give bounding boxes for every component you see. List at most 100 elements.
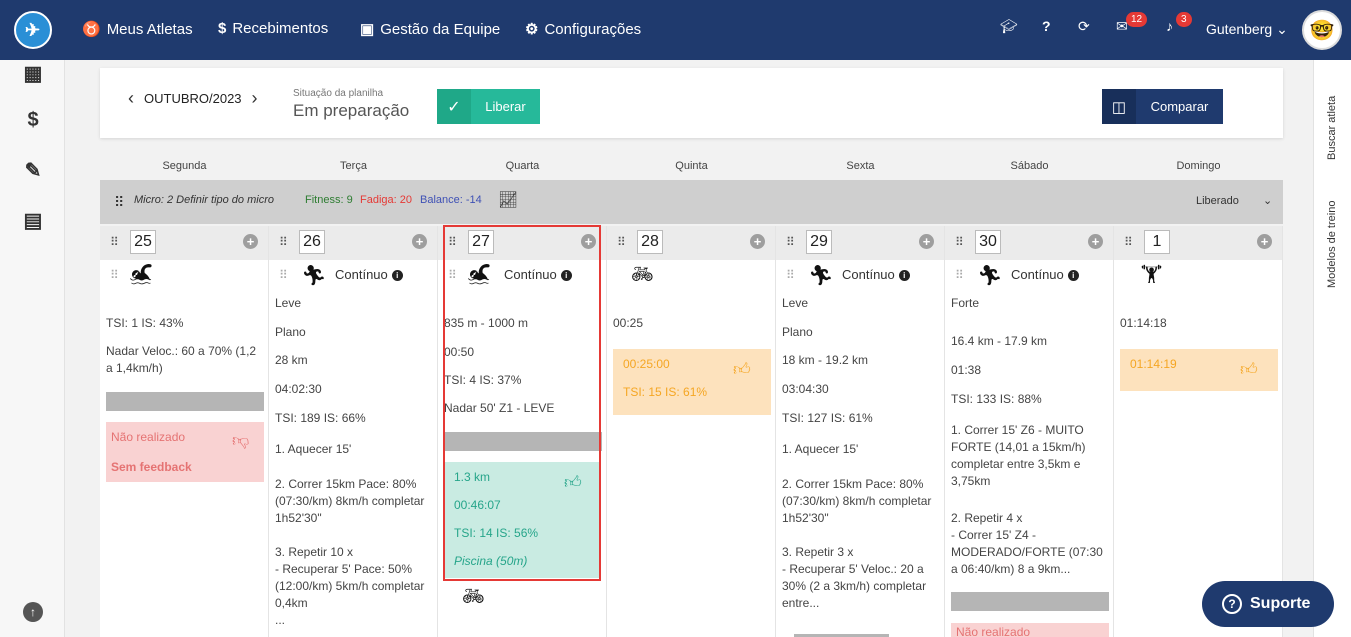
liberar-button[interactable]: ✓ Liberar — [437, 89, 540, 124]
support-button[interactable]: ? Suporte — [1202, 581, 1334, 627]
help-icon[interactable]: ? — [1042, 18, 1051, 34]
day-column-25: ⠿ 25 + ⠿ 🏊︎ TSI: 1 IS: 43% Nadar Veloc.:… — [100, 226, 269, 637]
day-column-29: ⠿ 29 + ⠿ 🏃︎ Contínuo i Leve Plano 18 km -… — [776, 226, 945, 637]
thumbs-up-icon: 👍︎ — [1240, 360, 1258, 379]
feedback-card[interactable]: Não realizado — [951, 623, 1109, 637]
drag-handle-icon[interactable]: ⠿ — [617, 235, 626, 249]
drag-handle-icon[interactable]: ⠿ — [448, 235, 457, 249]
workout-name: Contínuo i — [842, 267, 910, 282]
notifications-button[interactable]: ♪ 3 — [1166, 12, 1192, 34]
workout-line: Nadar Veloc.: 60 a 70% (1,2 a 1,4km/h) — [106, 344, 257, 375]
dollar-icon[interactable]: $ — [20, 107, 46, 133]
drag-handle-icon[interactable]: ⠿ — [279, 235, 288, 249]
add-icon[interactable]: + — [581, 234, 596, 249]
calendar-icon[interactable]: ▦ — [20, 60, 46, 86]
compare-icon: ◫ — [1102, 89, 1136, 124]
workout-line: 28 km — [275, 353, 308, 367]
graduation-icon[interactable]: 🎓︎ — [1000, 18, 1018, 35]
sync-icon[interactable]: ⟳ — [1078, 18, 1090, 35]
drag-handle-icon[interactable]: ⠿ — [110, 235, 119, 249]
day-number: 30 — [975, 230, 1001, 254]
feedback-card[interactable]: 01:14:19 👍︎ — [1120, 349, 1278, 391]
day-header: ⠿ 29 + — [776, 226, 944, 260]
workout-line: 01:38 — [951, 363, 982, 377]
workout-line: Plano — [275, 325, 306, 339]
nav-configuracoes[interactable]: ⚙ Configurações — [525, 20, 641, 39]
drag-handle-icon[interactable]: ⠿ — [955, 268, 964, 282]
thumbs-down-icon: 👎︎ — [232, 431, 250, 450]
workout-line: TSI: 127 IS: 61% — [782, 411, 873, 425]
workout-line: 01:14:18 — [1120, 316, 1167, 330]
progress-bar — [106, 392, 264, 411]
app-logo[interactable]: ✈ — [0, 0, 65, 60]
workout-line: TSI: 189 IS: 66% — [275, 411, 366, 425]
chevron-right-icon[interactable]: › — [252, 88, 258, 109]
workout-templates-tab[interactable]: Modelos de treino — [1326, 201, 1338, 288]
nav-meus-atletas[interactable]: ♉ Meus Atletas — [82, 20, 193, 39]
nav-gestao-equipe[interactable]: ▣ Gestão da Equipe — [360, 20, 500, 39]
feedback-card[interactable]: 1.3 km 00:46:07 TSI: 14 IS: 56% Piscina … — [444, 462, 600, 578]
day-number: 1 — [1144, 230, 1170, 254]
nav-recebimentos[interactable]: $ Recebimentos — [218, 20, 328, 37]
add-icon[interactable]: + — [919, 234, 934, 249]
workout-line: 3. Repetir 3 x - Recuperar 5' Veloc.: 20… — [782, 545, 927, 610]
add-icon[interactable]: + — [243, 234, 258, 249]
messages-button[interactable]: ✉ 12 — [1116, 12, 1148, 35]
dumbbell-icon: 🏋︎ — [1140, 264, 1163, 284]
drag-handle-icon[interactable]: ⠿ — [786, 235, 795, 249]
drag-handle-icon[interactable]: ⠿ — [279, 268, 288, 282]
day-column-1: ⠿ 1 + 🏋︎ 01:14:18 01:14:19 👍︎ — [1114, 226, 1283, 637]
day-number: 28 — [637, 230, 663, 254]
feedback-card[interactable]: Não realizado Sem feedback 👎︎ — [106, 422, 264, 482]
info-icon: i — [1067, 270, 1079, 282]
drag-handle-icon[interactable]: ⠿ — [114, 194, 124, 211]
chevron-down-icon[interactable]: ⌄ — [1263, 194, 1272, 207]
workout-line: TSI: 133 IS: 88% — [951, 392, 1042, 406]
swim-icon: 🏊︎ — [466, 264, 492, 286]
drag-handle-icon[interactable]: ⠿ — [955, 235, 964, 249]
day-header: ⠿ 30 + — [945, 226, 1113, 260]
right-sidebar: Buscar atleta Modelos de treino — [1313, 60, 1351, 637]
film-icon[interactable]: ▤ — [20, 207, 46, 233]
add-icon[interactable]: + — [412, 234, 427, 249]
thumbs-up-icon: 👍︎ — [564, 473, 582, 492]
bike-icon: 🚲︎ — [462, 586, 485, 606]
workout-line: Forte — [951, 296, 980, 310]
notifications-badge: 3 — [1176, 12, 1192, 27]
drag-handle-icon[interactable]: ⠿ — [110, 268, 119, 282]
feedback-time: 00:25:00 — [623, 357, 670, 371]
drag-handle-icon[interactable]: ⠿ — [448, 268, 457, 282]
workout-line: 04:02:30 — [275, 382, 322, 396]
situation-value: Em preparação — [293, 101, 410, 120]
drag-handle-icon[interactable]: ⠿ — [786, 268, 795, 282]
upload-icon[interactable]: ↑ — [23, 602, 43, 622]
micro-description: Micro: 2 Definir tipo do micro — [134, 194, 274, 206]
drag-handle-icon[interactable]: ⠿ — [1124, 235, 1133, 249]
workout-line: 18 km - 19.2 km — [782, 353, 869, 367]
micro-status[interactable]: Liberado — [1196, 195, 1239, 207]
day-header: ⠿ 28 + — [607, 226, 775, 260]
day-header: ⠿ 1 + — [1114, 226, 1282, 260]
workout-line: Leve — [275, 296, 302, 310]
workout-line: 16.4 km - 17.9 km — [951, 334, 1048, 348]
progress-bar — [444, 432, 602, 451]
thumbs-up-icon: 👍︎ — [733, 360, 751, 379]
search-athlete-tab[interactable]: Buscar atleta — [1326, 96, 1338, 160]
dollar-icon: $ — [218, 20, 227, 37]
add-icon[interactable]: + — [1088, 234, 1103, 249]
user-menu[interactable]: Gutenberg ⌄ — [1206, 21, 1288, 38]
workout-line: 00:50 — [444, 345, 475, 359]
day-header: ⠿ 27 + — [438, 226, 606, 260]
info-icon: i — [560, 270, 572, 282]
add-icon[interactable]: + — [750, 234, 765, 249]
chevron-left-icon[interactable]: ‹ — [128, 88, 134, 109]
day-number: 27 — [468, 230, 494, 254]
comparar-button[interactable]: ◫ Comparar — [1102, 89, 1223, 124]
avatar[interactable]: 🤓 — [1302, 10, 1342, 50]
clipboard-edit-icon[interactable]: ✎ — [20, 157, 46, 183]
question-icon: ? — [1222, 594, 1242, 614]
add-icon[interactable]: + — [1257, 234, 1272, 249]
chart-line-icon[interactable]: 📈︎ — [498, 190, 518, 210]
logo-icon: ✈ — [13, 11, 52, 49]
feedback-card[interactable]: 00:25:00 TSI: 15 IS: 61% 👍︎ — [613, 349, 771, 415]
